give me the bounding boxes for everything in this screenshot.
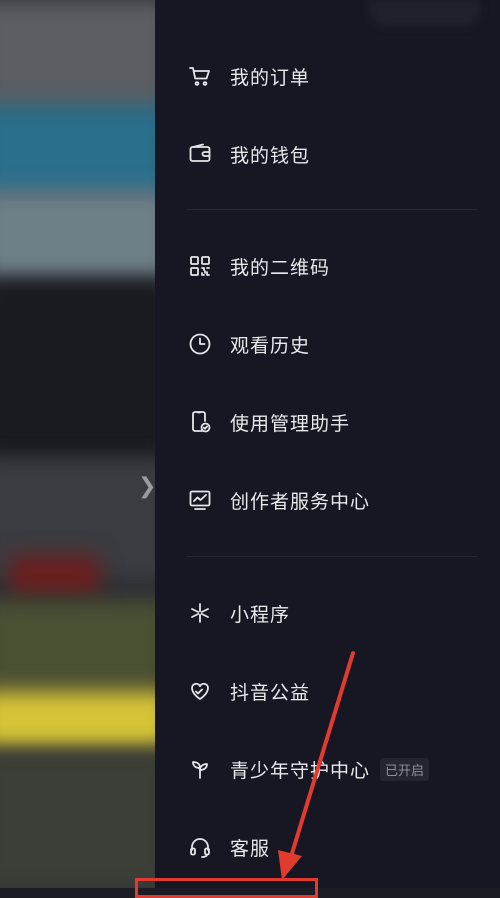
annotation-arrow: [278, 651, 355, 880]
annotation-highlight-box: [135, 878, 318, 898]
